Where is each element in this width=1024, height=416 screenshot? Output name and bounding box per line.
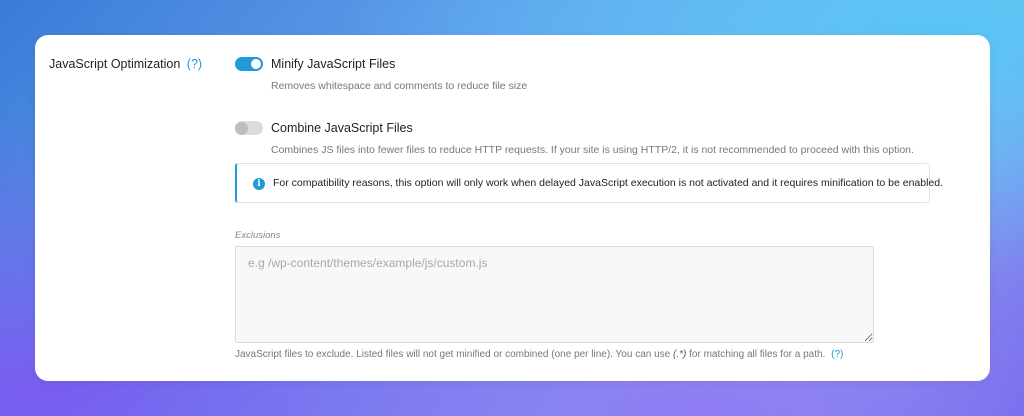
combine-title: Combine JavaScript Files bbox=[271, 121, 413, 135]
minify-toggle[interactable] bbox=[235, 57, 263, 71]
minify-title: Minify JavaScript Files bbox=[271, 57, 396, 71]
section-title: JavaScript Optimization bbox=[49, 57, 181, 71]
exclusions-help-text-end: for matching all files for a path. bbox=[686, 349, 826, 360]
toggle-knob bbox=[251, 59, 261, 69]
combine-description: Combines JS files into fewer files to re… bbox=[271, 144, 914, 156]
combine-toggle[interactable] bbox=[235, 121, 263, 135]
exclusions-help-link[interactable]: (?) bbox=[831, 349, 843, 360]
exclusions-help-pattern: (.*) bbox=[673, 349, 687, 360]
exclusions-help-text: JavaScript files to exclude. Listed file… bbox=[235, 349, 674, 360]
settings-card: JavaScript Optimization (?) Minify JavaS… bbox=[35, 35, 990, 381]
section-label: JavaScript Optimization (?) bbox=[49, 57, 202, 71]
toggle-knob bbox=[235, 121, 248, 135]
notice-text: For compatibility reasons, this option w… bbox=[273, 177, 944, 189]
exclusions-textarea[interactable] bbox=[235, 246, 874, 343]
exclusions-label: Exclusions bbox=[235, 230, 281, 241]
section-help-link[interactable]: (?) bbox=[187, 57, 202, 71]
exclusions-help: JavaScript files to exclude. Listed file… bbox=[235, 349, 843, 360]
compatibility-notice: i For compatibility reasons, this option… bbox=[235, 163, 943, 203]
info-icon: i bbox=[253, 178, 265, 190]
minify-description: Removes whitespace and comments to reduc… bbox=[271, 80, 528, 92]
